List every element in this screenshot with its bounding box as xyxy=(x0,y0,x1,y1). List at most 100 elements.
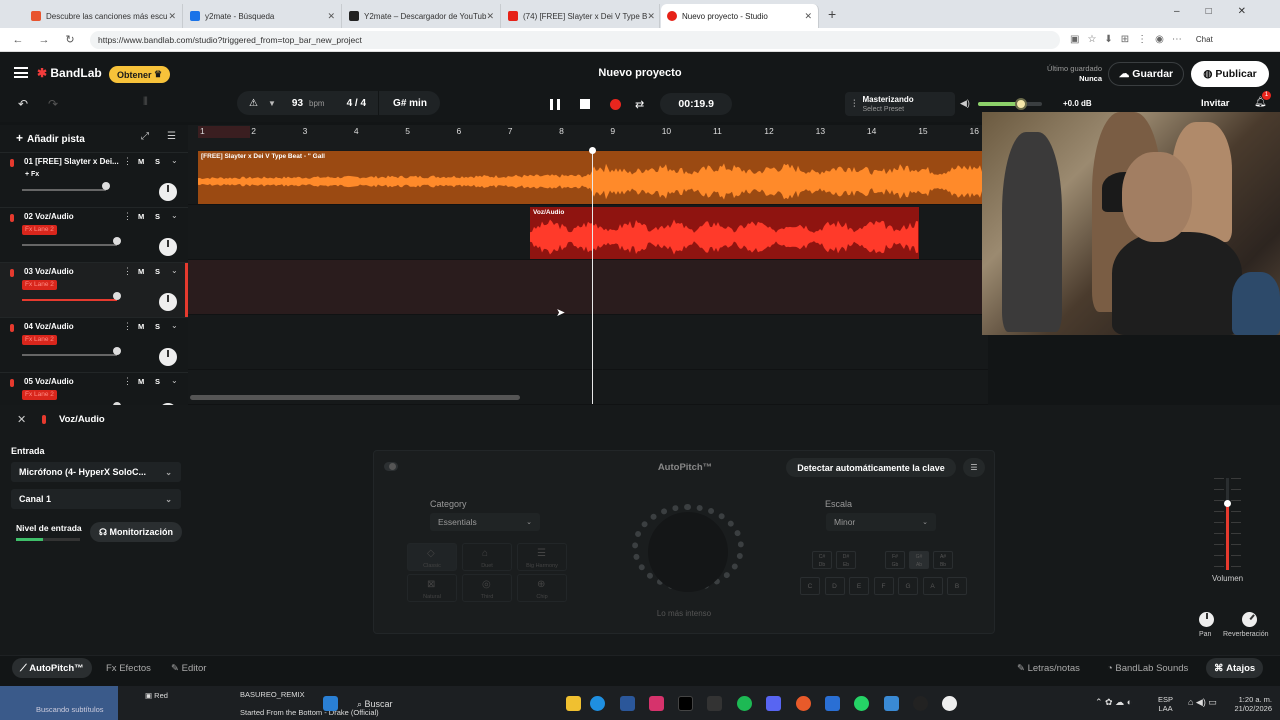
capcut-icon[interactable] xyxy=(707,696,722,711)
discord-icon[interactable] xyxy=(766,696,781,711)
natural-key-button[interactable]: F xyxy=(873,577,894,595)
editor-tab[interactable]: ✎ Editor xyxy=(163,658,214,678)
preset-chip[interactable]: ⊕ Chip xyxy=(517,574,567,602)
playhead[interactable] xyxy=(589,147,596,404)
instagram-icon[interactable] xyxy=(649,696,664,711)
close-tab-icon[interactable]: ✕ xyxy=(168,11,176,22)
track-volume-slider[interactable] xyxy=(22,354,117,356)
input-device-select[interactable]: Micrófono (4- HyperX SoloC... ⌄ xyxy=(11,462,181,482)
taskbar-search[interactable]: ⌕ Buscar xyxy=(357,699,393,710)
track-volume-slider[interactable] xyxy=(22,299,117,301)
pan-knob[interactable] xyxy=(1199,612,1214,627)
natural-key-button[interactable]: G xyxy=(898,577,918,595)
chevron-down-icon[interactable]: ⌄ xyxy=(171,376,178,385)
detect-key-button[interactable]: Detectar automáticamente la clave xyxy=(786,458,956,477)
mute-button[interactable]: M xyxy=(138,377,144,386)
solo-button[interactable]: S xyxy=(155,267,160,276)
tiktok-icon[interactable] xyxy=(678,696,693,711)
vocal-audio-clip[interactable]: Voz/Audio xyxy=(530,207,919,259)
mute-button[interactable]: M xyxy=(138,157,144,166)
bandlab-sounds-button[interactable]: ◔ BandLab Sounds xyxy=(1099,658,1196,678)
network-label[interactable]: ▣ Red xyxy=(145,691,168,700)
reload-icon[interactable]: ↻ xyxy=(62,33,78,46)
horizontal-scrollbar[interactable] xyxy=(190,395,520,400)
language-indicator[interactable]: ESP LAA xyxy=(1158,695,1173,713)
metronome-icon[interactable]: ⚠ xyxy=(249,98,258,109)
browser-tab[interactable]: y2mate - Búsqueda ✕ xyxy=(184,4,342,28)
natural-key-button[interactable]: E xyxy=(849,577,869,595)
browser-toolbar-icons[interactable]: ▣☆⬇⊞⋮◉⋯ xyxy=(1070,34,1190,45)
mute-button[interactable]: M xyxy=(138,322,144,331)
effects-tab[interactable]: Fx Efectos xyxy=(98,658,159,678)
window-controls[interactable]: –□✕ xyxy=(1174,6,1272,17)
fx-button[interactable]: Fx Lane 2 xyxy=(22,225,57,235)
natural-key-button[interactable]: B xyxy=(947,577,967,595)
chat-label[interactable]: Chat xyxy=(1196,35,1213,44)
preset-big-harmony[interactable]: ☰ Big Harmony xyxy=(517,543,567,571)
chevron-down-icon[interactable]: ⌄ xyxy=(171,156,178,165)
track-name[interactable]: 03 Voz/Audio xyxy=(24,267,119,276)
track-volume-knob[interactable] xyxy=(113,292,121,300)
natural-key-button[interactable]: A xyxy=(922,577,943,595)
whatsapp-icon[interactable] xyxy=(854,696,869,711)
volume-fader-knob[interactable] xyxy=(1224,500,1231,507)
track-volume-knob[interactable] xyxy=(113,237,121,245)
bandlab-logo[interactable]: ✱ BandLab xyxy=(37,66,102,80)
publish-button[interactable]: ◍ Publicar xyxy=(1191,61,1269,87)
more-options-icon[interactable]: ⋮ xyxy=(123,376,132,387)
autopitch-toggle[interactable] xyxy=(384,462,398,471)
close-tab-icon[interactable]: ✕ xyxy=(804,11,812,22)
browser-tab[interactable]: (74) [FREE] Slayter x Dei V Type B ✕ xyxy=(502,4,660,28)
close-tab-icon[interactable]: ✕ xyxy=(647,11,655,22)
track-name[interactable]: 04 Voz/Audio xyxy=(24,322,119,331)
track-settings-icon[interactable]: ☰ xyxy=(167,131,176,142)
pan-knob[interactable] xyxy=(159,348,177,366)
brave-icon[interactable] xyxy=(796,696,811,711)
file-explorer-icon[interactable] xyxy=(566,696,581,711)
system-icons[interactable]: ⌂ ◀) ▭ xyxy=(1188,698,1217,707)
master-volume-knob[interactable] xyxy=(1015,98,1027,110)
save-button[interactable]: ☁ Guardar xyxy=(1108,62,1184,86)
close-panel-icon[interactable]: ✕ xyxy=(17,413,26,426)
grid-toggle-icon[interactable]: ⦀ xyxy=(143,96,148,109)
pan-knob[interactable] xyxy=(159,293,177,311)
shield-icon[interactable] xyxy=(825,696,840,711)
sharp-key-button[interactable]: C# Db xyxy=(812,551,832,569)
natural-key-button[interactable]: D xyxy=(824,577,845,595)
preset-classic[interactable]: ◇ Classic xyxy=(407,543,457,571)
channel-select[interactable]: Canal 1 ⌄ xyxy=(11,489,181,509)
preset-natural[interactable]: ⊠ Natural xyxy=(407,574,457,602)
autopitch-intensity-dial[interactable] xyxy=(632,504,744,592)
sharp-key-button[interactable]: G# Ab xyxy=(909,551,929,569)
track-name[interactable]: 02 Voz/Audio xyxy=(24,212,119,221)
chevron-down-icon[interactable]: ⌄ xyxy=(171,266,178,275)
solo-button[interactable]: S xyxy=(155,322,160,331)
invite-button[interactable]: Invitar xyxy=(1201,98,1230,109)
chevron-down-icon[interactable]: ▼ xyxy=(268,99,276,108)
pan-knob[interactable] xyxy=(159,183,177,201)
track-volume-slider[interactable] xyxy=(22,189,106,191)
fx-button[interactable]: Fx Lane 2 xyxy=(22,280,57,290)
windows-start-icon[interactable] xyxy=(323,696,338,711)
close-tab-icon[interactable]: ✕ xyxy=(486,11,494,22)
track-header[interactable]: 01 [FREE] Slayter x Dei... ⋮ M S ⌄ + Fx xyxy=(0,152,188,207)
redo-icon[interactable]: ↷ xyxy=(48,97,58,111)
automation-icon[interactable]: ⤢ xyxy=(141,131,149,142)
settings-sliders-icon[interactable]: ☰ xyxy=(963,458,985,477)
edge-icon[interactable] xyxy=(590,696,605,711)
preset-third[interactable]: ◎ Third xyxy=(462,574,512,602)
track-volume-knob[interactable] xyxy=(113,347,121,355)
chrome-icon[interactable] xyxy=(913,696,928,711)
app-icon[interactable] xyxy=(620,696,635,711)
pan-knob[interactable] xyxy=(159,238,177,256)
stop-icon[interactable] xyxy=(580,99,590,109)
sharp-key-button[interactable]: A# Bb xyxy=(933,551,953,569)
track-header[interactable]: 02 Voz/Audio ⋮ M S ⌄ Fx Lane 2 xyxy=(0,207,188,262)
key-selector[interactable]: G# min xyxy=(393,98,427,109)
more-options-icon[interactable]: ⋮ xyxy=(123,211,132,222)
sharp-key-button[interactable]: F# Gb xyxy=(885,551,905,569)
autopitch-tab[interactable]: ⟋ AutoPitch™ xyxy=(12,658,92,678)
chevron-down-icon[interactable]: ⌄ xyxy=(171,211,178,220)
undo-icon[interactable]: ↶ xyxy=(18,97,28,111)
fx-button[interactable]: + Fx xyxy=(22,170,42,180)
